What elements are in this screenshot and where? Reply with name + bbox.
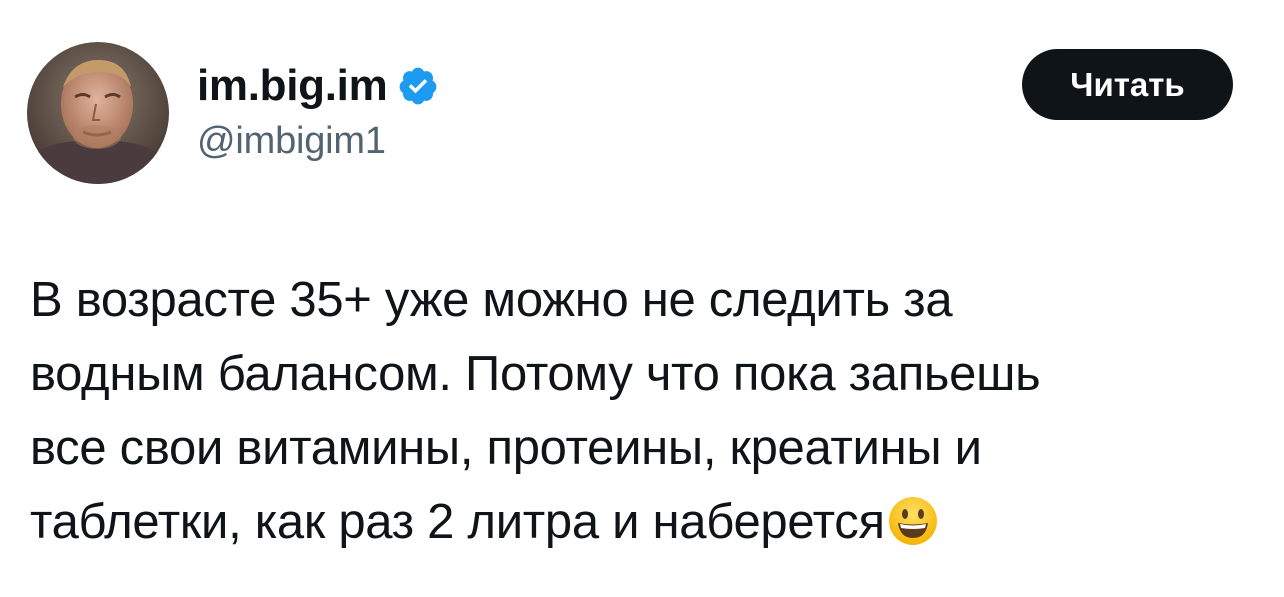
tweet-line-text: таблетки, как раз 2 литра и наберется [30,495,885,549]
tweet-text: В возрасте 35+ уже можно не следить за в… [30,263,1260,559]
tweet-line: водным балансом. Потому что пока запьешь [30,347,1041,401]
display-name[interactable]: im.big.im [197,61,388,111]
tweet-line: все свои витамины, протеины, креатины и [30,421,982,475]
tweet-line-last: таблетки, как раз 2 литра и наберется [30,485,1260,559]
author-name-row: im.big.im [197,58,439,114]
handle[interactable]: @imbigim1 [197,120,386,163]
verified-badge-icon [397,65,439,107]
follow-button[interactable]: Читать [1022,49,1233,120]
user-avatar-photo-icon [27,42,169,184]
tweet-card: im.big.im @imbigim1 Читать В возрасте 35… [0,0,1284,597]
tweet-line: В возрасте 35+ уже можно не следить за [30,273,953,327]
avatar[interactable] [27,42,169,184]
grinning-face-emoji-icon [887,494,939,546]
